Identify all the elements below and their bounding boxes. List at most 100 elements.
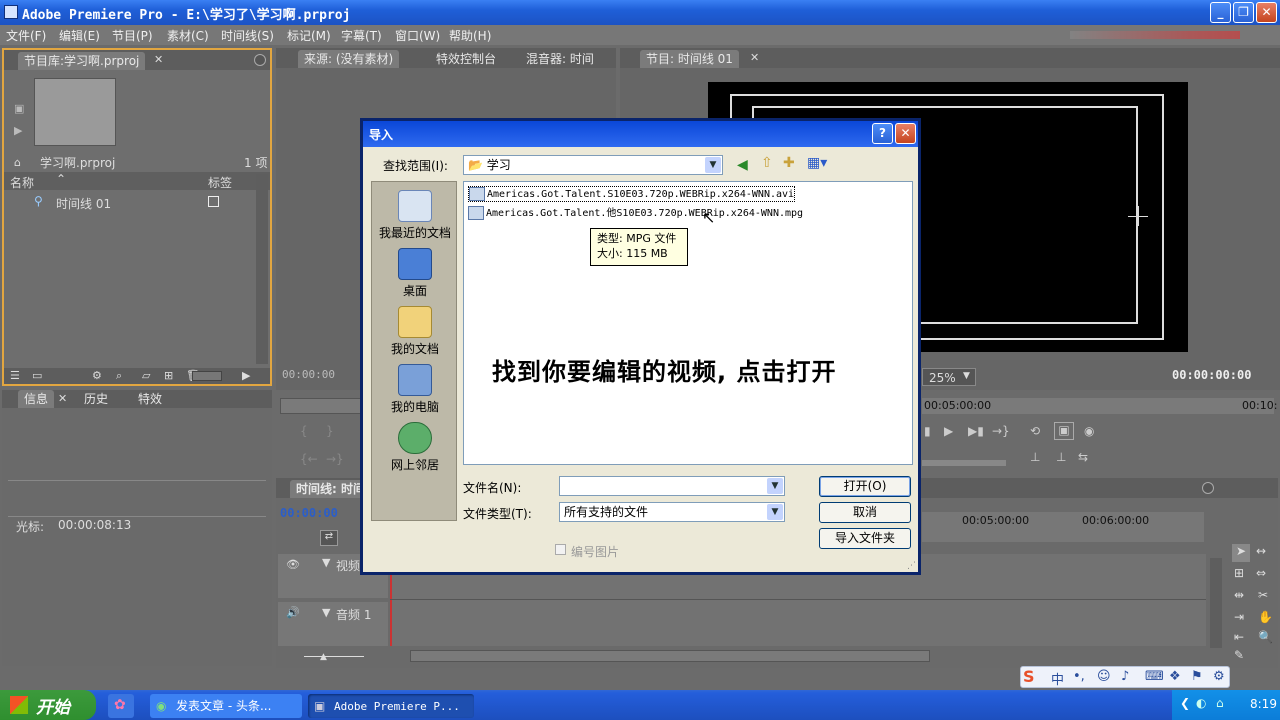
ime-punct-icon[interactable]: •,	[1073, 669, 1085, 684]
program-timecode[interactable]: 00:00:00:00	[1172, 368, 1251, 382]
filename-input[interactable]: ▼	[559, 476, 785, 496]
sort-up-icon[interactable]: ⌃	[56, 172, 66, 186]
go-out-icon[interactable]: →}	[992, 424, 1010, 438]
ime-chinese-icon[interactable]: 中	[1051, 669, 1064, 688]
source-timecode[interactable]: 00:00:00	[282, 368, 335, 381]
output-icon[interactable]: ◉	[1084, 424, 1094, 438]
start-button[interactable]: 开始	[0, 690, 96, 720]
zoom-icon[interactable]: 🔍	[1258, 630, 1273, 644]
sogou-logo-icon[interactable]: S	[1023, 667, 1035, 686]
program-ruler[interactable]: 00:05:00:00 00:10:	[922, 398, 1277, 414]
help-button[interactable]: ?	[872, 123, 893, 144]
selection-tool-icon[interactable]: ➤	[1232, 544, 1250, 562]
maximize-button[interactable]: ❐	[1233, 2, 1254, 23]
list-view-icon[interactable]: ☰	[10, 369, 20, 382]
close-icon[interactable]: ✕	[750, 51, 759, 64]
quick-launch[interactable]: ✿	[108, 694, 134, 718]
place-desktop[interactable]: 桌面	[372, 248, 458, 299]
zoom-thumb-icon[interactable]: ▲	[320, 652, 327, 662]
timeline-hscroll[interactable]	[410, 650, 930, 662]
mark-out-icon[interactable]: }	[326, 424, 334, 438]
cancel-button[interactable]: 取消	[819, 502, 911, 523]
menu-marker[interactable]: 标记(M)	[287, 27, 331, 44]
safely-remove-icon[interactable]: ⌂	[1216, 696, 1224, 710]
tab-audio-mixer[interactable]: 混音器: 时间	[520, 50, 600, 68]
play-icon[interactable]: ▶	[14, 124, 22, 137]
minimize-button[interactable]: _	[1210, 2, 1231, 23]
column-name[interactable]: 名称	[10, 174, 34, 191]
menu-file[interactable]: 文件(F)	[6, 27, 46, 44]
tab-project[interactable]: 节目库:学习啊.prproj	[18, 52, 146, 70]
panel-menu-icon[interactable]	[1202, 482, 1214, 494]
taskbar-item-premiere[interactable]: ▣ Adobe Premiere P...	[308, 694, 474, 718]
list-item[interactable]: ⚲ 时间线 01	[4, 192, 259, 212]
automate-icon[interactable]: ⚙	[92, 369, 102, 382]
expand-icon[interactable]: ▼	[322, 606, 330, 619]
step-forward-icon[interactable]: ▶▮	[968, 424, 984, 438]
dialog-close-button[interactable]: ✕	[895, 123, 916, 144]
file-list[interactable]: Americas.Got.Talent.S10E03.720p.WEBRip.x…	[463, 181, 913, 465]
find-icon[interactable]: ⌕	[116, 369, 122, 383]
timeline-ruler[interactable]: 00:05:00:00 00:06:00:00	[922, 512, 1204, 542]
close-icon[interactable]: ✕	[58, 392, 67, 405]
go-out-icon[interactable]: →}	[326, 452, 344, 466]
tab-history[interactable]: 历史	[78, 390, 114, 408]
snap-icon[interactable]: ⇄	[320, 530, 338, 546]
back-icon[interactable]: ◀	[737, 157, 748, 173]
close-button[interactable]: ✕	[1256, 2, 1277, 23]
lookin-select[interactable]: 📂 学习 ▼	[463, 155, 723, 175]
razor-icon[interactable]: ✂	[1258, 588, 1268, 602]
ime-skin-icon[interactable]: ❖	[1169, 669, 1181, 684]
hand-icon[interactable]: ✋	[1258, 610, 1273, 624]
timeline-timecode[interactable]: 00:00:00	[280, 506, 338, 520]
source-scrubber[interactable]	[280, 398, 362, 414]
tab-info[interactable]: 信息	[18, 390, 55, 408]
scrollbar[interactable]	[256, 174, 268, 364]
timeline-vscroll[interactable]	[1210, 558, 1222, 648]
tray-arrow-icon[interactable]: ❮	[1180, 696, 1190, 710]
slide-icon[interactable]: ⇤	[1234, 630, 1244, 644]
preview-icon[interactable]: ▣	[14, 102, 24, 115]
new-folder-icon[interactable]: ✚	[783, 155, 795, 171]
new-item-icon[interactable]: ⊞	[164, 369, 173, 382]
zoom-slider[interactable]: ▲	[284, 650, 384, 662]
menu-sequence[interactable]: 时间线(S)	[221, 27, 274, 44]
step-back-icon[interactable]: ▮	[924, 424, 931, 438]
ime-voice-icon[interactable]: ♪	[1121, 669, 1129, 684]
tab-program[interactable]: 节目: 时间线 01	[640, 50, 739, 68]
label-checkbox[interactable]	[208, 196, 219, 207]
ime-tshirt-icon[interactable]: ⚑	[1191, 669, 1203, 684]
icon-view-icon[interactable]: ▭	[32, 369, 42, 382]
place-network[interactable]: 网上邻居	[372, 422, 458, 473]
view-menu-icon[interactable]: ▦▾	[807, 155, 827, 171]
ime-settings-icon[interactable]: ⚙	[1213, 669, 1225, 684]
ripple-edit-icon[interactable]: ⊞	[1234, 566, 1244, 580]
menu-edit[interactable]: 编辑(E)	[59, 27, 100, 44]
file-item[interactable]: Americas.Got.Talent.他S10E03.720p.WEBRip.…	[468, 204, 803, 220]
mark-in-icon[interactable]: {	[300, 424, 308, 438]
menu-help[interactable]: 帮助(H)	[449, 27, 491, 44]
taskbar-item-browser[interactable]: ◉ 发表文章 - 头条...	[150, 694, 302, 718]
jog-shuttle[interactable]	[922, 460, 1006, 466]
place-my-computer[interactable]: 我的电脑	[372, 364, 458, 415]
import-folder-button[interactable]: 导入文件夹	[819, 528, 911, 549]
new-bin-icon[interactable]: ▱	[142, 369, 150, 382]
trim-icon[interactable]: ⇆	[1078, 450, 1088, 464]
extract-icon[interactable]: ⊥	[1056, 450, 1066, 464]
hscroll[interactable]	[192, 371, 222, 381]
safe-margins-icon[interactable]: ▣	[1054, 422, 1074, 440]
close-icon[interactable]: ✕	[154, 53, 163, 66]
panel-menu-icon[interactable]	[254, 54, 266, 66]
menu-project[interactable]: 节目(P)	[112, 27, 153, 44]
zoom-select[interactable]: 25% ▼	[922, 368, 976, 386]
menu-window[interactable]: 窗口(W)	[395, 27, 440, 44]
open-button[interactable]: 打开(O)	[819, 476, 911, 497]
expand-icon[interactable]: ▼	[322, 556, 330, 569]
filetype-select[interactable]: 所有支持的文件 ▼	[559, 502, 785, 522]
resize-grip-icon[interactable]: ⋰	[907, 561, 916, 571]
go-in-icon[interactable]: {←	[300, 452, 318, 466]
menu-title[interactable]: 字幕(T)	[341, 27, 382, 44]
rate-stretch-icon[interactable]: ⇹	[1234, 588, 1244, 602]
tab-source[interactable]: 来源: (没有素材)	[298, 50, 400, 68]
ime-keyboard-icon[interactable]: ⌨	[1145, 669, 1164, 684]
